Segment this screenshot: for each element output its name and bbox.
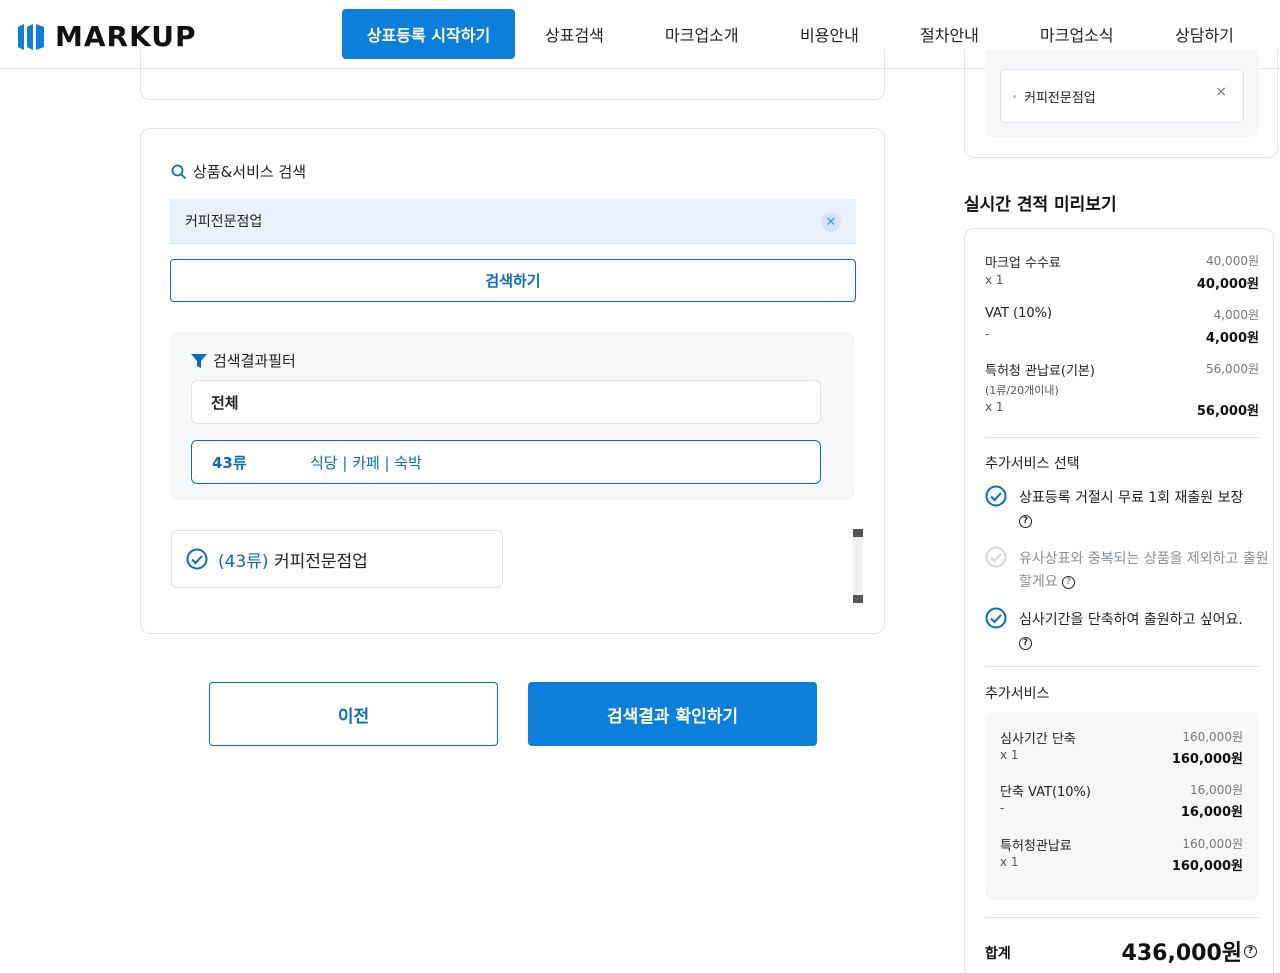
fee-unit: 56,000원 [1205, 362, 1259, 376]
option-exclude-similar[interactable]: 유사상표와 중복되는 상품을 제외하고 출원할게요 ? [985, 546, 1269, 592]
sum-amount: 436,000원 [1121, 941, 1242, 966]
fee-qty: x 1 [985, 273, 1004, 287]
filter-title-label: 검색결과필터 [213, 352, 296, 370]
help-icon[interactable]: ? [1062, 575, 1076, 589]
option-refile-guarantee[interactable]: 상표등록 거절시 무료 1회 재출원 보장 ? [985, 485, 1265, 531]
logo[interactable]: MARKUP [17, 20, 197, 53]
filter-panel: 검색결과필터 전체 43류 식당 | 카페 | 숙박 [171, 332, 855, 500]
scrollbar-top-cap [853, 529, 863, 537]
logo-mark-icon [18, 23, 44, 50]
check-circle-icon [186, 548, 208, 570]
fee-row-markup: 마크업 수수료 40,000원 x 1 40,000원 [985, 252, 1259, 292]
sum-label: 합계 [985, 946, 1011, 962]
fee-name: 특허청 관납료(기본) [985, 364, 1095, 379]
fee-total: 160,000원 [1171, 859, 1243, 874]
bullet-icon [1013, 94, 1016, 98]
fee-total: 16,000원 [1180, 805, 1243, 820]
scrollbar-bottom-cap [853, 595, 863, 603]
clear-search-button[interactable]: ✕ [821, 212, 841, 232]
fee-name: 마크업 수수료 [985, 256, 1061, 271]
remove-item-icon[interactable]: × [1215, 84, 1227, 100]
quote-card: 마크업 수수료 40,000원 x 1 40,000원 VAT (10%) 4,… [964, 228, 1274, 973]
fee-name: 단축 VAT(10%) [1000, 785, 1091, 800]
divider [985, 666, 1259, 667]
extras-title: 추가서비스 [985, 686, 1050, 702]
fee-name: VAT (10%) [985, 306, 1053, 321]
fee-total: 40,000원 [1196, 277, 1259, 292]
divider [985, 917, 1259, 918]
divider [985, 437, 1259, 438]
fee-row-vat: VAT (10%) 4,000원 - 4,000원 [985, 306, 1259, 346]
search-icon [171, 164, 187, 179]
option-expedited-exam[interactable]: 심사기간을 단축하여 출원하고 싶어요. ? [985, 607, 1265, 653]
fee-qty: - [985, 327, 990, 341]
confirm-results-button[interactable]: 검색결과 확인하기 [528, 682, 817, 746]
filter-option-43[interactable]: 43류 식당 | 카페 | 숙박 [191, 440, 821, 484]
fee-unit: 160,000원 [1182, 837, 1243, 851]
quote-title: 실시간 견적 미리보기 [964, 195, 1117, 215]
fee-qty: x 1 [1000, 855, 1019, 869]
help-icon[interactable]: ? [1019, 636, 1032, 650]
logo-text: MARKUP [55, 20, 197, 53]
results-scrollbar[interactable] [853, 529, 863, 603]
search-result-item[interactable]: (43류) 커피전문점업 [171, 530, 503, 588]
search-box: ✕ [170, 199, 856, 244]
check-circle-icon [985, 607, 1007, 629]
close-icon: ✕ [825, 214, 837, 230]
fee-sub: (1류/20개이내) [985, 384, 1059, 397]
fee-name: 특허청관납료 [1000, 839, 1072, 854]
extras-panel: 심사기간 단축 160,000원 x 1 160,000원 단축 VAT(10%… [985, 712, 1258, 900]
selected-item-label: 커피전문점업 [1024, 90, 1096, 106]
fee-qty: x 1 [1000, 748, 1019, 762]
fee-qty: - [1000, 801, 1005, 815]
fee-unit: 160,000원 [1182, 730, 1243, 744]
filter-class-label: 43류 [212, 453, 247, 472]
search-button[interactable]: 검색하기 [170, 259, 856, 302]
filter-class-description: 식당 | 카페 | 숙박 [310, 453, 422, 472]
filter-title: 검색결과필터 [191, 350, 296, 371]
option-label: 유사상표와 중복되는 상품을 제외하고 출원할게요 [1019, 551, 1269, 590]
fee-name: 심사기간 단축 [1000, 732, 1076, 747]
filter-icon [191, 353, 207, 368]
extra-row-kipo: 특허청관납료 160,000원 x 1 160,000원 [1000, 835, 1243, 875]
fee-total: 160,000원 [1171, 752, 1243, 767]
result-name: 커피전문점업 [273, 551, 368, 572]
product-search-card: 상품&서비스 검색 ✕ 검색하기 검색결과필터 전체 43류 식당 | 카페 |… [140, 128, 885, 634]
fee-total: 56,000원 [1196, 404, 1259, 419]
fee-total: 4,000원 [1205, 331, 1259, 346]
sum-value: 436,000원 ? [1122, 935, 1257, 967]
check-circle-icon [985, 546, 1007, 568]
option-label: 심사기간을 단축하여 출원하고 싶어요. [1019, 612, 1243, 628]
selected-items-panel: 커피전문점업 × [985, 50, 1259, 137]
extra-row-expedited: 심사기간 단축 160,000원 x 1 160,000원 [1000, 728, 1243, 768]
options-title: 추가서비스 선택 [985, 456, 1080, 472]
extra-row-vat: 단축 VAT(10%) 16,000원 - 16,000원 [1000, 781, 1243, 821]
result-class: (43류) [218, 551, 269, 572]
fee-unit: 40,000원 [1205, 254, 1259, 268]
help-icon[interactable]: ? [1019, 514, 1032, 528]
selected-item-chip: 커피전문점업 × [1000, 69, 1244, 123]
fee-unit: 4,000원 [1213, 308, 1259, 322]
fee-unit: 16,000원 [1189, 783, 1243, 797]
option-label: 상표등록 거절시 무료 1회 재출원 보장 [1019, 490, 1244, 506]
fee-row-kipo: 특허청 관납료(기본) 56,000원 (1류/20개이내) x 1 56,00… [985, 360, 1259, 420]
fee-qty: x 1 [985, 400, 1004, 414]
section-title-label: 상품&서비스 검색 [193, 163, 307, 181]
prev-button[interactable]: 이전 [209, 682, 498, 746]
section-title: 상품&서비스 검색 [171, 161, 306, 182]
check-circle-icon [985, 485, 1007, 507]
filter-option-all[interactable]: 전체 [191, 380, 821, 424]
help-icon[interactable]: ? [1244, 944, 1257, 958]
selected-items-card: 커피전문점업 × [964, 50, 1278, 158]
previous-card [140, 50, 885, 100]
search-input[interactable] [185, 210, 785, 232]
